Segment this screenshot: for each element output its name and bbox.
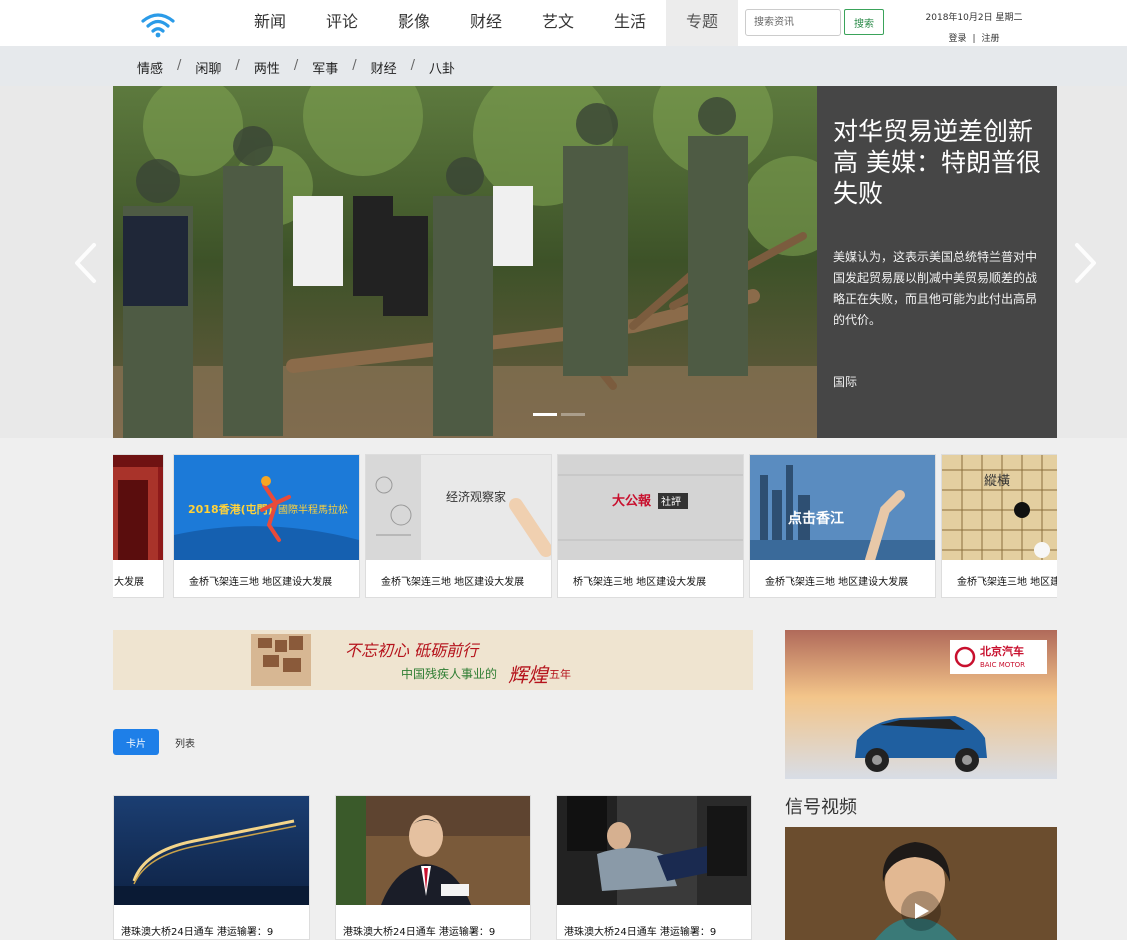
topic-card-caption: 金桥飞架连三地 地区建设大发展 xyxy=(381,577,525,588)
search-button[interactable]: 搜索 xyxy=(844,9,884,35)
date-text: 2018年10月2日 星期二 xyxy=(925,13,1023,23)
list-view-button[interactable]: 列表 xyxy=(168,729,202,755)
video-player[interactable] xyxy=(785,827,1057,940)
topic-carousel: 大发展 2018香港(屯門) 國際半程馬拉松 金桥飞架连三地 地区建设大发展 经… xyxy=(113,454,1057,598)
topic-card-image: 2018香港(屯門) 國際半程馬拉松 xyxy=(174,455,359,560)
banner-highlight: 辉煌 xyxy=(508,663,550,687)
topic-card-caption: 金桥飞架连三地 地区建设大发展 xyxy=(765,577,909,588)
card-view-button[interactable]: 卡片 xyxy=(113,729,159,755)
topic-card[interactable]: 点击香江 金桥飞架连三地 地区建设大发展 xyxy=(749,454,936,598)
news-card[interactable]: 港珠澳大桥24日通车 港运输署：9 xyxy=(556,795,752,940)
news-card-image xyxy=(557,796,751,905)
topic-card-image: 縱橫 xyxy=(942,455,1057,560)
search-input[interactable] xyxy=(745,9,841,36)
topic-card-image: 经济观察家 xyxy=(366,455,551,560)
subnav-separator: / xyxy=(410,58,416,73)
auth-separator: | xyxy=(972,34,976,44)
nav-news[interactable]: 新闻 xyxy=(234,0,306,46)
nav-life[interactable]: 生活 xyxy=(594,0,666,46)
sub-nav: 情感 / 闲聊 / 两性 / 军事 / 财经 / 八卦 xyxy=(0,46,1127,86)
promo-banner[interactable]: 不忘初心 砥砺前行 中国残疾人事业的 辉煌 五年 xyxy=(113,630,753,690)
news-card-caption: 港珠澳大桥24日通车 港运输署：9 xyxy=(343,927,496,938)
topic-card-image: 点击香江 xyxy=(750,455,935,560)
nav-special[interactable]: 专题 xyxy=(666,0,738,46)
logo-text: 大公報 xyxy=(612,493,652,509)
news-card-image xyxy=(114,796,309,905)
hero-dot[interactable] xyxy=(533,413,557,416)
video-section-heading: 信号视频 xyxy=(785,797,857,818)
subnav-item-chat[interactable]: 闲聊 xyxy=(195,58,221,77)
subnav-item-gossip[interactable]: 八卦 xyxy=(429,58,455,77)
nav-arts[interactable]: 艺文 xyxy=(522,0,594,46)
ad-brand: 北京汽车 xyxy=(980,644,1024,658)
top-bar: 新闻 评论 影像 财经 艺文 生活 专题 搜索 2018年10月2日 星期二 登… xyxy=(0,0,1127,46)
news-card[interactable]: 港珠澳大桥24日通车 港运输署：9 xyxy=(113,795,310,940)
banner-subtitle: 中国残疾人事业的 xyxy=(401,666,497,681)
topic-card-image xyxy=(113,455,163,560)
news-card-image xyxy=(336,796,530,905)
main-nav: 新闻 评论 影像 财经 艺文 生活 专题 xyxy=(234,0,738,46)
topic-card[interactable]: 2018香港(屯門) 國際半程馬拉松 金桥飞架连三地 地区建设大发展 xyxy=(173,454,360,598)
subnav-item-emotion[interactable]: 情感 xyxy=(137,58,163,77)
topic-card-caption: 大发展 xyxy=(114,577,144,588)
logo-tag-text: 社評 xyxy=(661,495,681,508)
topic-card-caption: 金桥飞架连三地 地区建设大发展 xyxy=(189,577,333,588)
news-card[interactable]: 港珠澳大桥24日通车 港运输署：9 xyxy=(335,795,531,940)
overlay-text: 点击香江 xyxy=(788,510,844,527)
sketch-text: 经济观察家 xyxy=(446,489,506,504)
nav-finance[interactable]: 财经 xyxy=(450,0,522,46)
subnav-item-military[interactable]: 军事 xyxy=(312,58,338,77)
subnav-separator: / xyxy=(293,58,299,73)
poster-year-text: 2018香港(屯門) xyxy=(188,502,273,516)
topic-card[interactable]: 縱橫 金桥飞架连三地 地区建设大发展 xyxy=(941,454,1057,598)
hero-category[interactable]: 国际 xyxy=(833,373,1041,390)
register-link[interactable]: 注册 xyxy=(982,34,1000,44)
ad-brand-en: BAIC MOTOR xyxy=(980,661,1025,669)
subnav-item-finance[interactable]: 财经 xyxy=(371,58,397,77)
nav-photo[interactable]: 影像 xyxy=(378,0,450,46)
hero-dot[interactable] xyxy=(561,413,585,416)
banner-suffix: 五年 xyxy=(549,667,571,681)
topic-card[interactable]: 经济观察家 金桥飞架连三地 地区建设大发展 xyxy=(365,454,552,598)
subnav-separator: / xyxy=(177,58,182,73)
subnav-separator: / xyxy=(352,58,357,73)
board-text: 縱橫 xyxy=(984,474,1010,489)
poster-title-text: 國際半程馬拉松 xyxy=(278,503,348,516)
nav-opinion[interactable]: 评论 xyxy=(306,0,378,46)
hero-caption-panel[interactable]: 对华贸易逆差创新高 美媒：特朗普很失败 美媒认为，这表示美国总统特兰普对中国发起… xyxy=(817,86,1057,438)
hero-description: 美媒认为，这表示美国总统特兰普对中国发起贸易展以削减中美贸易顺差的战略正在失败，… xyxy=(833,250,1038,327)
hero-pagination xyxy=(533,413,585,416)
chevron-left-icon[interactable] xyxy=(70,240,100,286)
subnav-separator: / xyxy=(235,58,240,73)
chevron-right-icon[interactable] xyxy=(1071,240,1101,286)
login-link[interactable]: 登录 xyxy=(948,34,966,44)
wifi-icon[interactable] xyxy=(140,10,176,38)
car-ad[interactable]: 北京汽车 BAIC MOTOR xyxy=(785,630,1057,779)
topic-card-caption: 桥飞架连三地 地区建设大发展 xyxy=(573,577,707,588)
topic-card[interactable]: 大公報 社評 桥飞架连三地 地区建设大发展 xyxy=(557,454,744,598)
topic-card-image: 大公報 社評 xyxy=(558,455,743,560)
news-card-caption: 港珠澳大桥24日通车 港运输署：9 xyxy=(564,927,717,938)
hero-image[interactable] xyxy=(113,86,817,438)
topic-card[interactable]: 大发展 xyxy=(113,454,164,598)
play-icon[interactable] xyxy=(909,901,933,921)
subnav-item-gender[interactable]: 两性 xyxy=(254,58,280,77)
hero-title[interactable]: 对华贸易逆差创新高 美媒：特朗普很失败 xyxy=(833,116,1041,209)
topic-card-caption: 金桥飞架连三地 地区建设大发展 xyxy=(957,577,1057,588)
banner-slogan: 不忘初心 砥砺前行 xyxy=(345,641,480,660)
auth-links: 登录 | 注册 xyxy=(912,31,1036,44)
news-card-caption: 港珠澳大桥24日通车 港运输署：9 xyxy=(121,927,274,938)
